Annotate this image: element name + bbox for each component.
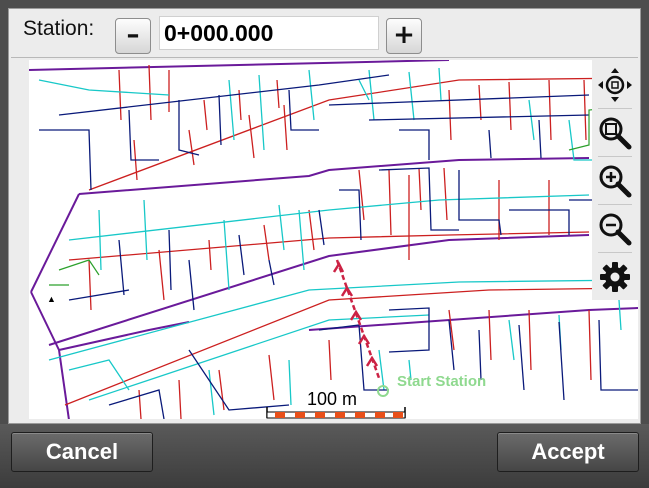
toolbar-separator [598,108,632,109]
toolbar-separator [598,204,632,205]
zoom-window-icon[interactable] [596,114,634,152]
zoom-in-icon[interactable] [596,162,634,200]
station-row: Station: – + [9,9,640,59]
decrement-station-button[interactable]: – [115,18,151,54]
map-canvas [29,60,638,419]
divider [11,57,638,58]
start-station-marker [377,385,389,397]
scale-label: 100 m [307,389,358,409]
increment-station-button[interactable]: + [386,18,422,54]
accept-button[interactable]: Accept [497,432,639,472]
settings-gear-icon[interactable] [596,258,634,296]
cancel-button[interactable]: Cancel [11,432,153,472]
toolbar-separator [598,252,632,253]
sewer-lines [39,74,638,419]
zoom-out-icon[interactable] [596,210,634,248]
station-label: Station: [23,17,95,40]
position-marker-icon: ▲ [47,294,56,304]
gas-lines [64,64,638,419]
map-toolbar [592,60,638,300]
dialog-button-bar: Cancel Accept [0,424,649,488]
map-view[interactable]: ▲ 100 m Start Station [29,60,638,419]
station-input[interactable] [159,16,379,50]
start-station-label: Start Station [397,373,487,390]
stakeout-dialog: Station: – + [8,8,641,424]
zoom-extents-icon[interactable] [596,66,634,104]
toolbar-separator [598,156,632,157]
